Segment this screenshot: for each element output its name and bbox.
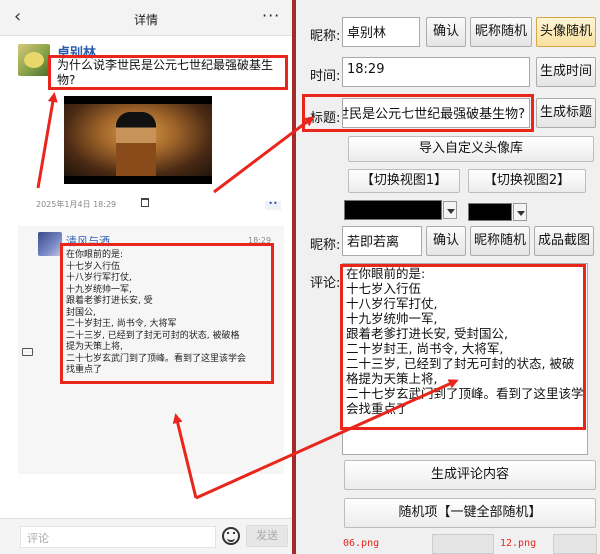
nickname-label: 昵称: bbox=[310, 29, 341, 44]
avatar-random-button[interactable]: 头像随机 bbox=[536, 17, 596, 47]
confirm-button[interactable]: 确认 bbox=[426, 17, 466, 47]
highlight-title-field bbox=[302, 94, 534, 132]
comment-label: 评论: bbox=[310, 276, 341, 291]
trash-icon[interactable] bbox=[141, 198, 149, 207]
comment-avatar[interactable] bbox=[38, 232, 62, 256]
nickname-random-button[interactable]: 昵称随机 bbox=[470, 17, 532, 47]
generate-comment-button[interactable]: 生成评论内容 bbox=[344, 460, 596, 490]
time-label: 时间: bbox=[310, 69, 341, 84]
dropdown-icon[interactable] bbox=[443, 201, 457, 219]
color-select-2[interactable] bbox=[468, 203, 512, 221]
post-more-icon[interactable]: •• bbox=[265, 200, 281, 210]
post-avatar[interactable] bbox=[18, 44, 50, 76]
import-avatar-library-button[interactable]: 导入自定义头像库 bbox=[348, 136, 594, 162]
time-field[interactable]: 18:29 bbox=[342, 57, 530, 87]
post-timestamp: 2025年1月4日 18:29 bbox=[36, 200, 117, 209]
file-label: 12.png bbox=[500, 538, 537, 549]
file-label: 06.png bbox=[343, 538, 380, 549]
highlight-post-title bbox=[48, 55, 288, 90]
post-image[interactable] bbox=[64, 96, 212, 184]
send-button[interactable]: 发送 bbox=[246, 525, 288, 547]
switch-view-2-button[interactable]: 【切换视图2】 bbox=[468, 169, 586, 193]
highlight-comment-field bbox=[340, 264, 586, 430]
switch-view-1-button[interactable]: 【切换视图1】 bbox=[348, 169, 460, 193]
screenshot-button[interactable]: 成品截图 bbox=[534, 226, 594, 256]
file-thumbnail bbox=[553, 534, 597, 554]
highlight-comment-text bbox=[60, 243, 274, 384]
emoji-icon[interactable] bbox=[222, 527, 240, 545]
page-title: 详情 bbox=[133, 13, 158, 27]
generate-time-button[interactable]: 生成时间 bbox=[536, 57, 596, 87]
comment-input[interactable]: 评论 bbox=[20, 526, 216, 548]
dropdown-icon[interactable] bbox=[513, 203, 527, 221]
chat-icon[interactable] bbox=[22, 348, 33, 356]
comment-nickname-random-button[interactable]: 昵称随机 bbox=[470, 226, 530, 256]
random-all-button[interactable]: 随机项【一键全部随机】 bbox=[344, 498, 596, 528]
file-thumbnail bbox=[432, 534, 494, 554]
comment-confirm-button[interactable]: 确认 bbox=[426, 226, 466, 256]
comment-nickname-field[interactable]: 若即若离 bbox=[342, 226, 422, 256]
generate-title-button[interactable]: 生成标题 bbox=[536, 98, 596, 128]
color-select-1[interactable] bbox=[344, 200, 442, 220]
comment-nickname-label: 昵称: bbox=[310, 238, 341, 253]
more-icon[interactable]: ··· bbox=[262, 6, 280, 25]
nickname-field[interactable]: 卓别林 bbox=[342, 17, 420, 47]
